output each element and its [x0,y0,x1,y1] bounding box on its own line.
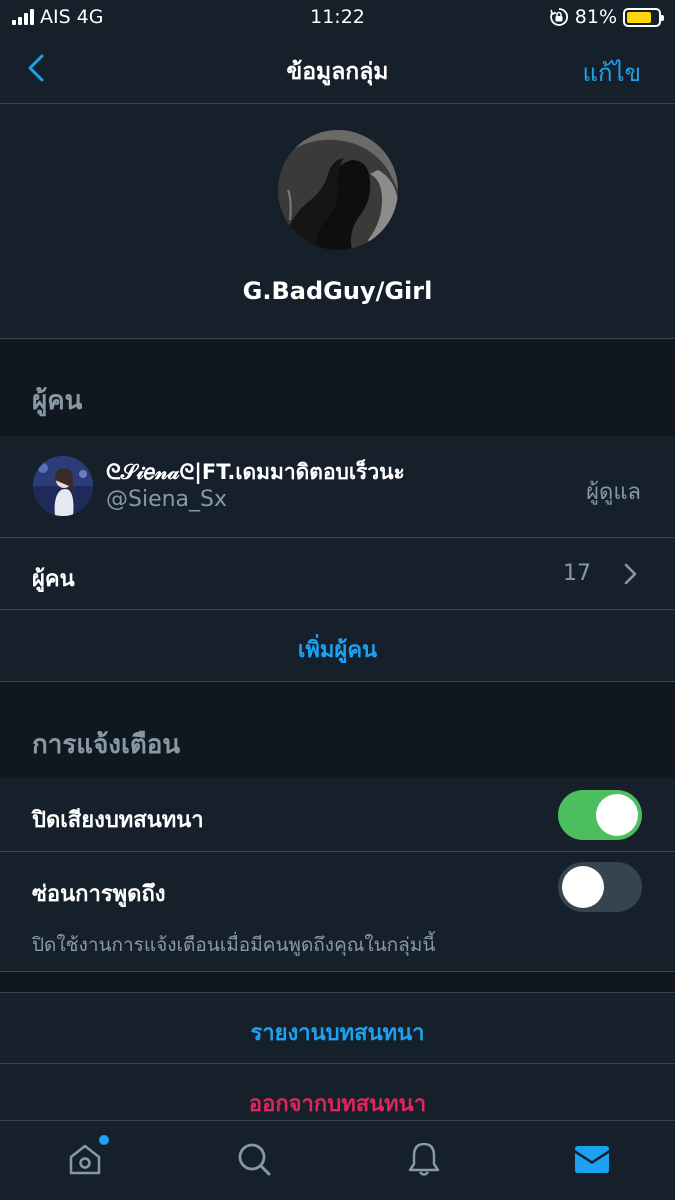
group-avatar[interactable] [278,130,398,250]
group-avatar-image [278,130,398,250]
network-label: 4G [76,6,104,28]
status-right: 81% [549,6,664,28]
member-row[interactable]: ᘓ𝒮𝒾𝑒𝓃𝒶ᘓ|FT.เดมมาดิตอบเร็วนะ @Siena_Sx ผู… [0,436,675,538]
page-title: ข้อมูลกลุ่ม [286,59,389,85]
member-avatar [33,456,93,516]
add-people-button[interactable]: เพิ่มผู้คน [0,632,675,667]
tab-bar [0,1120,675,1200]
report-row[interactable]: รายงานบทสนทนา [0,992,675,1064]
people-count-row[interactable]: ผู้คน 17 [0,538,675,610]
mute-conversation-row: ปิดเสียงบทสนทนา [0,778,675,852]
tab-messages[interactable] [572,1139,612,1179]
report-conversation-button[interactable]: รายงานบทสนทนา [0,1015,675,1050]
notification-dot [99,1135,109,1145]
tab-search[interactable] [234,1139,274,1179]
group-header: G.BadGuy/Girl [0,105,675,339]
status-bar: AIS 4G 11:22 81% [0,0,675,34]
member-avatar-image [33,456,93,516]
add-people-row[interactable]: เพิ่มผู้คน [0,610,675,682]
chevron-right-icon [624,563,637,585]
notifications-section-header: การแจ้งเตือน [0,682,675,778]
tab-home[interactable] [65,1135,109,1179]
hide-mentions-row: ซ่อนการพูดถึง ปิดใช้งานการแจ้งเตือนเมื่อ… [0,852,675,972]
toggle-knob [562,866,604,908]
member-display-name: ᘓ𝒮𝒾𝑒𝓃𝒶ᘓ|FT.เดมมาดิตอบเร็วนะ [106,460,405,484]
notifications-section-title: การแจ้งเตือน [32,730,181,760]
battery-fill [627,11,652,23]
people-section-title: ผู้คน [32,386,83,416]
admin-badge: ผู้ดูแล [586,480,641,505]
leave-conversation-button[interactable]: ออกจากบทสนทนา [0,1086,675,1121]
navigation-bar: ข้อมูลกลุ่ม แก้ไข [0,34,675,104]
signal-icon [12,9,34,25]
people-row-label: ผู้คน [32,567,75,592]
home-icon [69,1144,101,1175]
hide-mentions-hint: ปิดใช้งานการแจ้งเตือนเมื่อมีคนพูดถึงคุณใ… [32,934,436,956]
bell-icon [408,1142,440,1176]
edit-button[interactable]: แก้ไข [583,53,641,92]
tab-notifications[interactable] [404,1139,444,1179]
hide-mentions-label: ซ่อนการพูดถึง [32,882,166,907]
mute-conversation-toggle[interactable] [558,790,642,840]
actions-spacer [0,972,675,992]
people-count: 17 [563,561,591,586]
status-left: AIS 4G [12,6,103,28]
toggle-knob [596,794,638,836]
people-section-header: ผู้คน [0,340,675,436]
member-handle: @Siena_Sx [106,487,228,512]
carrier-label: AIS [40,6,71,28]
battery-percent: 81% [574,6,617,28]
mute-conversation-label: ปิดเสียงบทสนทนา [32,808,204,833]
search-icon [238,1143,271,1176]
mail-icon [575,1146,609,1173]
battery-icon [623,7,664,27]
orientation-lock-icon [549,8,568,26]
hide-mentions-toggle[interactable] [558,862,642,912]
group-name: G.BadGuy/Girl [242,277,433,305]
